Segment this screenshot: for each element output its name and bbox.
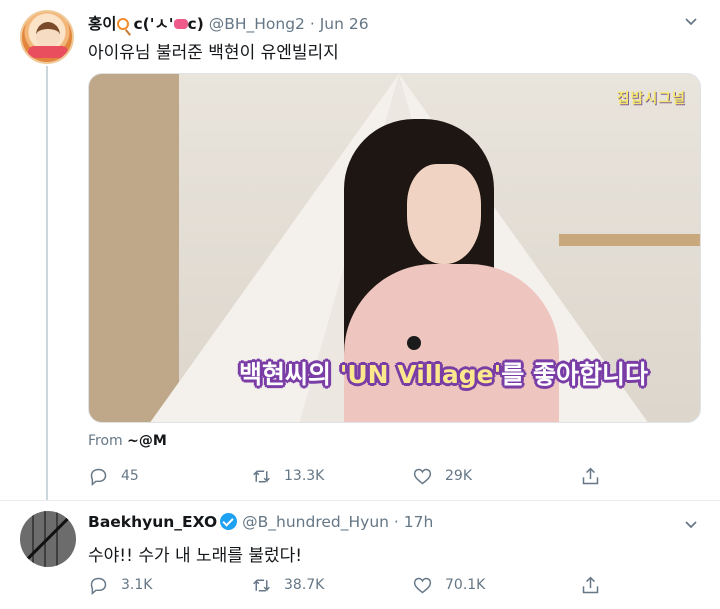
retweet-button[interactable]: 38.7K	[251, 573, 324, 597]
avatar-stripe	[56, 511, 58, 567]
display-name-suffix-end[interactable]: c)	[188, 15, 204, 33]
reply-button[interactable]: 3.1K	[88, 573, 152, 597]
tweet-text: 아이유님 불러준 백현이 유엔빌리지	[88, 43, 339, 63]
separator-dot: ·	[309, 15, 315, 33]
from-source[interactable]: ~@M	[127, 433, 167, 449]
tweet-2[interactable]: Baekhyun_EXO @B_hundred_Hyun · 17h 수야!! …	[0, 500, 720, 609]
reply-icon	[90, 577, 107, 595]
avatar-ribbon	[28, 46, 68, 58]
like-button[interactable]: 29K	[412, 464, 472, 488]
chevron-down-icon[interactable]	[684, 517, 698, 531]
separator-dot: ·	[393, 513, 399, 531]
person-face	[407, 164, 481, 264]
from-label: From	[88, 433, 123, 449]
lollipop-icon	[116, 18, 129, 30]
timestamp[interactable]: Jun 26	[320, 15, 369, 33]
reply-icon	[90, 468, 107, 486]
caption-suffix: 를 좋아합니다	[501, 360, 649, 389]
display-name[interactable]: Baekhyun_EXO	[88, 513, 217, 531]
candy-icon	[173, 19, 188, 29]
avatar-stripe	[32, 511, 34, 567]
verified-badge-icon	[220, 513, 238, 530]
avatar-face	[36, 22, 60, 48]
tweet-1[interactable]: 홍이 c('ㅅ' c) @BH_Hong2 · Jun 26 아이유님 불러준 백…	[0, 0, 720, 500]
media-source: From ~@M	[88, 433, 167, 449]
like-button[interactable]: 70.1K	[412, 573, 485, 597]
chevron-down-icon[interactable]	[684, 14, 698, 28]
video-caption: 백현씨의 'UN Village'를 좋아합니다	[239, 355, 648, 391]
person-body	[344, 264, 559, 422]
share-icon	[582, 467, 599, 484]
display-name[interactable]: 홍이	[88, 15, 117, 33]
reply-button[interactable]: 45	[88, 464, 139, 488]
display-name-suffix[interactable]: c('ㅅ'	[133, 15, 173, 33]
avatar[interactable]	[20, 511, 76, 567]
like-icon	[413, 468, 432, 484]
show-logo: 집밥시그널	[616, 91, 686, 107]
tweet-actions: 45 13.3K 29K	[88, 464, 608, 488]
caption-prefix: 백현씨의	[239, 360, 340, 389]
thread-line	[46, 66, 48, 500]
tweet-text: 수야!! 수가 내 노래를 불렀다!	[88, 546, 303, 566]
reply-count: 3.1K	[121, 577, 153, 593]
handle[interactable]: @B_hundred_Hyun	[242, 513, 389, 531]
reply-count: 45	[121, 468, 139, 484]
retweet-button[interactable]: 13.3K	[251, 464, 324, 488]
like-icon	[413, 577, 432, 593]
tweet-actions: 3.1K 38.7K 70.1K	[88, 573, 608, 597]
video-thumbnail[interactable]: 집밥시그널 백현씨의 'UN Village'를 좋아합니다	[88, 73, 701, 423]
tweet-header: 홍이 c('ㅅ' c) @BH_Hong2 · Jun 26	[88, 12, 369, 34]
retweet-icon	[253, 469, 270, 483]
retweet-icon	[253, 578, 270, 592]
timestamp[interactable]: 17h	[404, 513, 434, 531]
retweet-count: 38.7K	[284, 577, 325, 593]
like-count: 29K	[445, 468, 472, 484]
tweet-header: Baekhyun_EXO @B_hundred_Hyun · 17h	[88, 513, 433, 531]
share-button[interactable]	[580, 573, 601, 597]
caption-highlight: 'UN Village'	[339, 360, 502, 389]
retweet-count: 13.3K	[284, 468, 325, 484]
avatar-slash	[22, 513, 74, 564]
lapel-mic	[407, 336, 421, 350]
share-button[interactable]	[580, 464, 601, 488]
like-count: 70.1K	[445, 577, 486, 593]
share-icon	[582, 576, 599, 593]
avatar[interactable]	[20, 10, 74, 64]
handle[interactable]: @BH_Hong2	[209, 15, 305, 33]
